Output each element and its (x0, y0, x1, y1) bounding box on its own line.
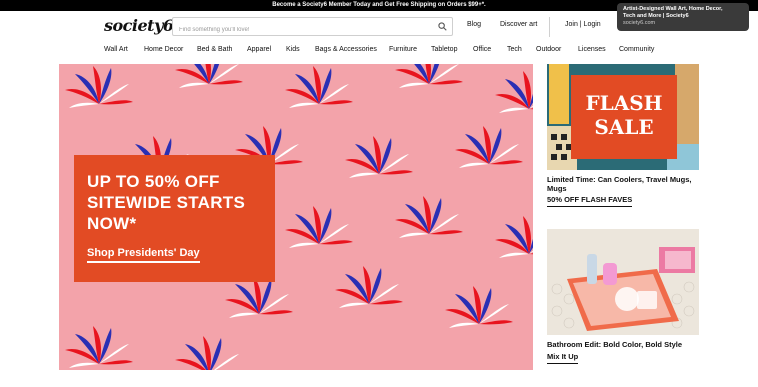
nav-item-home-decor[interactable]: Home Decor (144, 46, 183, 53)
discover-art-link[interactable]: Discover art (500, 21, 537, 28)
flash-sale-title[interactable]: Limited Time: Can Coolers, Travel Mugs, … (547, 175, 707, 193)
nav-item-wall-art[interactable]: Wall Art (104, 46, 128, 53)
tooltip-title: Artist-Designed Wall Art, Home Decor, Te… (623, 6, 723, 19)
nav-item-furniture[interactable]: Furniture (389, 46, 417, 53)
nav-item-kids[interactable]: Kids (286, 46, 300, 53)
nav-item-bags-accessories[interactable]: Bags & Accessories (315, 46, 377, 53)
mix-it-up-link[interactable]: Mix It Up (547, 352, 579, 364)
nav-item-licenses[interactable]: Licenses (578, 46, 606, 53)
search-icon[interactable] (438, 22, 447, 31)
search-bar[interactable] (172, 17, 453, 39)
header-divider (549, 17, 550, 37)
shop-presidents-day-link[interactable]: Shop Presidents' Day (87, 247, 200, 263)
nav-item-outdoor[interactable]: Outdoor (536, 46, 561, 53)
flash-sale-label: FLASH SALE (571, 75, 677, 159)
bathroom-tray-illustration (547, 229, 699, 335)
blog-link[interactable]: Blog (467, 21, 481, 28)
tooltip-url: society6.com (623, 20, 656, 26)
category-nav: Wall Art Home Decor Bed & Bath Apparel K… (0, 44, 758, 58)
tab-tooltip: Artist-Designed Wall Art, Home Decor, Te… (617, 3, 749, 31)
flash-sale-image[interactable]: FLASH SALE (547, 64, 699, 170)
bathroom-edit-title[interactable]: Bathroom Edit: Bold Color, Bold Style (547, 340, 682, 349)
hero-promo-box[interactable]: UP TO 50% OFF SITEWIDE STARTS NOW* Shop … (74, 155, 275, 282)
nav-item-bed-bath[interactable]: Bed & Bath (197, 46, 232, 53)
search-input[interactable] (173, 21, 428, 39)
nav-item-tabletop[interactable]: Tabletop (431, 46, 457, 53)
bathroom-edit-image[interactable] (547, 229, 699, 335)
flash-faves-link[interactable]: 50% OFF FLASH FAVES (547, 195, 633, 207)
hero-title: UP TO 50% OFF SITEWIDE STARTS NOW* (87, 172, 246, 233)
join-login-link[interactable]: Join | Login (565, 21, 601, 28)
site-logo[interactable]: society6 (104, 16, 174, 35)
nav-item-apparel[interactable]: Apparel (247, 46, 271, 53)
nav-item-tech[interactable]: Tech (507, 46, 522, 53)
nav-item-office[interactable]: Office (473, 46, 491, 53)
nav-item-community[interactable]: Community (619, 46, 654, 53)
